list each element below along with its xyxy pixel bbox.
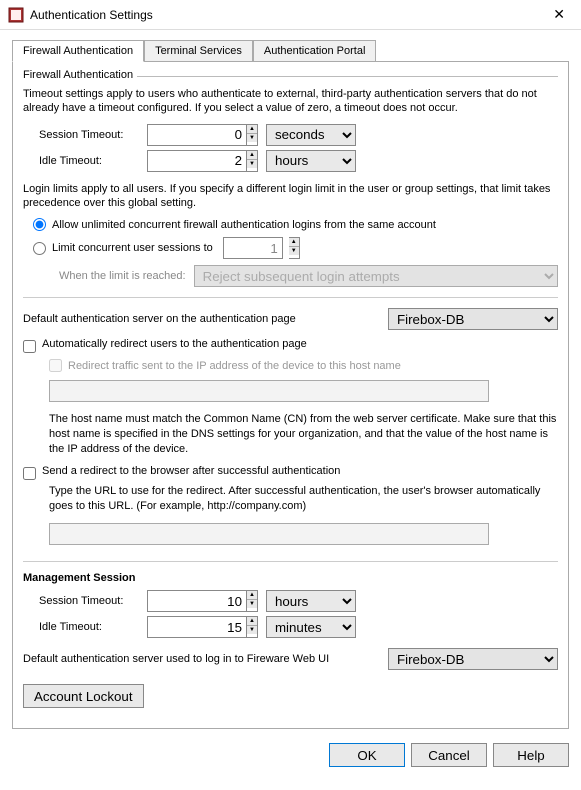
radio-limit-sessions[interactable] (33, 242, 46, 255)
cancel-button[interactable]: Cancel (411, 743, 487, 767)
session-timeout-input[interactable] (147, 124, 247, 146)
limit-sessions-spinner[interactable]: ▲▼ (289, 237, 300, 259)
send-redirect-label: Send a redirect to the browser after suc… (42, 465, 340, 477)
session-timeout-spinner[interactable]: ▲▼ (247, 124, 258, 146)
account-lockout-button[interactable]: Account Lockout (23, 684, 144, 708)
close-icon[interactable]: ✕ (545, 2, 573, 27)
idle-timeout-unit[interactable]: hours (266, 150, 356, 172)
tab-authentication-portal[interactable]: Authentication Portal (253, 40, 377, 62)
help-button[interactable]: Help (493, 743, 569, 767)
webui-auth-server-label: Default authentication server used to lo… (23, 653, 329, 665)
window-title: Authentication Settings (30, 8, 545, 22)
timeout-description: Timeout settings apply to users who auth… (23, 87, 558, 116)
mgmt-session-timeout-unit[interactable]: hours (266, 590, 356, 612)
mgmt-idle-timeout-spinner[interactable]: ▲▼ (247, 616, 258, 638)
idle-timeout-spinner[interactable]: ▲▼ (247, 150, 258, 172)
login-limits-description: Login limits apply to all users. If you … (23, 182, 558, 211)
mgmt-session-timeout-input[interactable] (147, 590, 247, 612)
dialog-button-row: OK Cancel Help (0, 735, 581, 775)
app-icon (8, 7, 24, 23)
auto-redirect-checkbox[interactable] (23, 340, 36, 353)
mgmt-idle-timeout-unit[interactable]: minutes (266, 616, 356, 638)
radio-limit-label: Limit concurrent user sessions to (52, 242, 213, 254)
auto-redirect-label: Automatically redirect users to the auth… (42, 338, 307, 350)
idle-timeout-label: Idle Timeout: (23, 155, 147, 167)
mgmt-idle-timeout-input[interactable] (147, 616, 247, 638)
limit-reached-select: Reject subsequent login attempts (194, 265, 558, 287)
default-auth-server-select[interactable]: Firebox-DB (388, 308, 558, 330)
webui-auth-server-select[interactable]: Firebox-DB (388, 648, 558, 670)
titlebar: Authentication Settings ✕ (0, 0, 581, 30)
send-redirect-checkbox[interactable] (23, 467, 36, 480)
redirect-url-input (49, 523, 489, 545)
radio-unlimited-logins[interactable] (33, 218, 46, 231)
tab-panel-firewall: Firewall Authentication Timeout settings… (12, 61, 569, 729)
session-timeout-label: Session Timeout: (23, 129, 147, 141)
idle-timeout-input[interactable] (147, 150, 247, 172)
legend-management-session: Management Session (23, 572, 558, 584)
limit-sessions-input[interactable] (223, 237, 283, 259)
mgmt-idle-timeout-label: Idle Timeout: (23, 621, 147, 633)
tabs: Firewall Authentication Terminal Service… (12, 40, 569, 62)
redirect-hostname-checkbox (49, 359, 62, 372)
tab-firewall-authentication[interactable]: Firewall Authentication (12, 40, 144, 62)
fieldset-firewall-auth: Firewall Authentication Timeout settings… (23, 76, 558, 562)
radio-unlimited-label: Allow unlimited concurrent firewall auth… (52, 219, 436, 231)
mgmt-session-timeout-label: Session Timeout: (23, 595, 147, 607)
fieldset-management-session: Management Session Session Timeout: ▲▼ h… (23, 572, 558, 710)
default-auth-server-label: Default authentication server on the aut… (23, 313, 296, 325)
redirect-hostname-input (49, 380, 489, 402)
redirect-hostname-label: Redirect traffic sent to the IP address … (68, 360, 401, 372)
mgmt-session-timeout-spinner[interactable]: ▲▼ (247, 590, 258, 612)
tab-terminal-services[interactable]: Terminal Services (144, 40, 253, 62)
session-timeout-unit[interactable]: seconds (266, 124, 356, 146)
legend-firewall-auth: Firewall Authentication (23, 69, 137, 81)
limit-reached-label: When the limit is reached: (59, 270, 186, 282)
ok-button[interactable]: OK (329, 743, 405, 767)
hostname-help-text: The host name must match the Common Name… (49, 412, 558, 457)
send-redirect-help: Type the URL to use for the redirect. Af… (49, 484, 558, 514)
